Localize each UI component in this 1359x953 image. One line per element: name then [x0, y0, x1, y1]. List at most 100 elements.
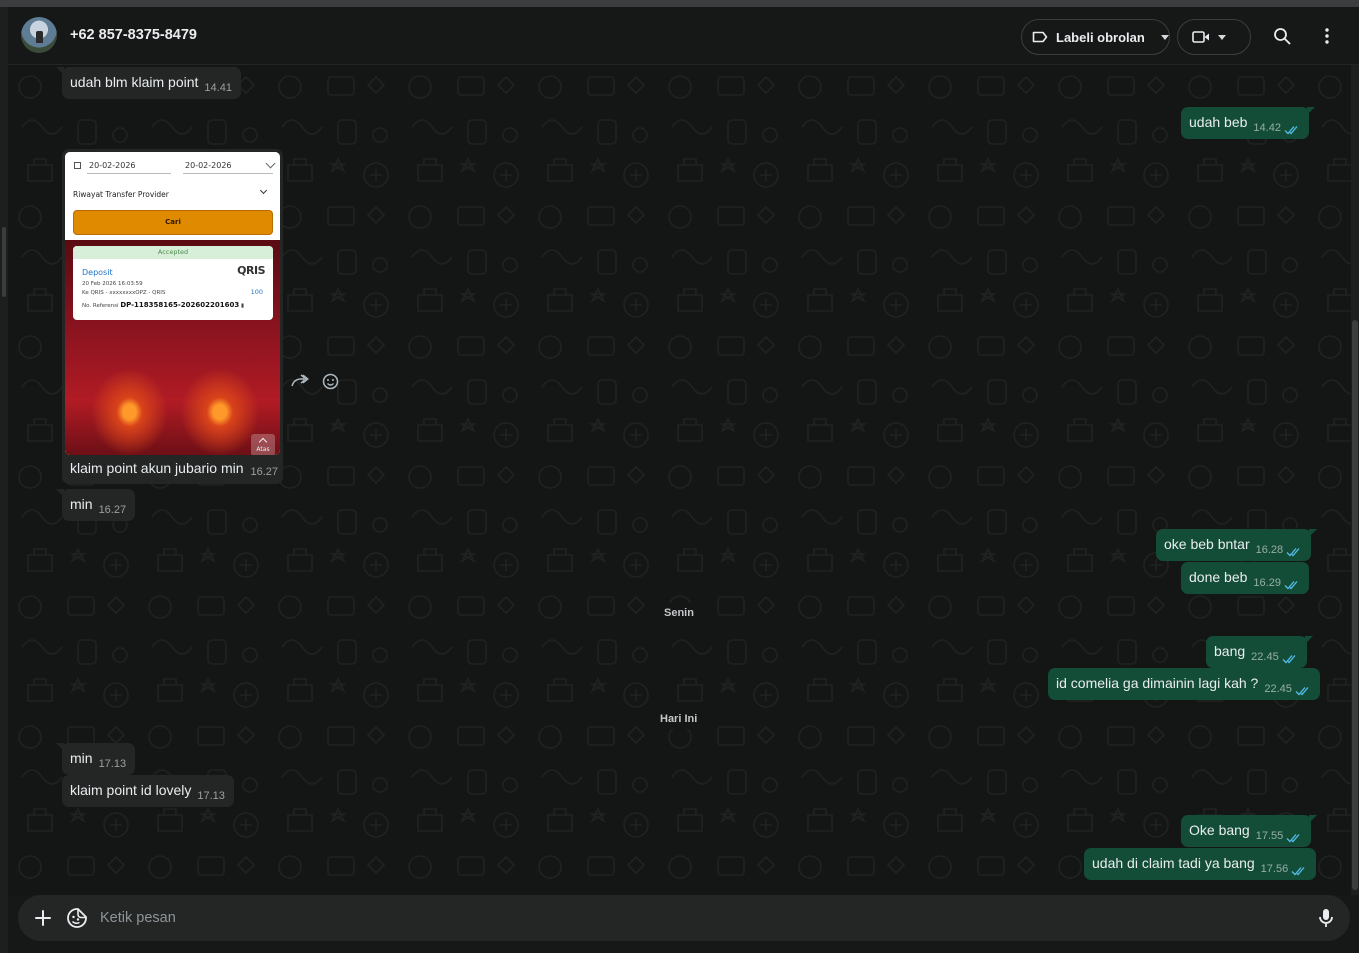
- transaction-destination: Ke QRIS - xxxxxxxxOPZ - QRIS: [82, 290, 166, 296]
- filter-row: Riwayat Transfer Provider: [65, 182, 280, 204]
- message-time: 14.42: [1253, 122, 1281, 134]
- divider: [87, 173, 171, 174]
- outgoing-message[interactable]: bang 22.45: [1206, 636, 1313, 668]
- message-time: 17.13: [98, 758, 127, 770]
- left-panel-edge: [0, 7, 8, 953]
- message-text: udah beb: [1189, 114, 1248, 130]
- message-time: 17.13: [197, 790, 225, 802]
- outgoing-message[interactable]: Oke bang 17.55: [1181, 815, 1318, 847]
- whatsapp-chat-window: +62 857-8375-8479 Labeli obrolan udah bl…: [0, 0, 1359, 953]
- message-time: 14.41: [204, 82, 232, 94]
- divider: [183, 173, 273, 174]
- transaction-datetime: 20 Feb 2026 16:03:59: [82, 281, 143, 287]
- outgoing-message[interactable]: udah beb 14.42: [1181, 107, 1315, 139]
- label-chat-text: Labeli obrolan: [1056, 29, 1145, 45]
- calendar-icon: [74, 162, 81, 169]
- message-time: 22.45: [1251, 651, 1279, 663]
- reference-row: No. Referensi DP-118358165-202602201603 …: [82, 301, 244, 309]
- emoji-icon: [322, 373, 338, 389]
- incoming-message[interactable]: min 17.13: [55, 743, 136, 775]
- outgoing-message[interactable]: udah di claim tadi ya bang 17.56: [1084, 848, 1317, 880]
- outgoing-message[interactable]: done beb 16.29: [1181, 562, 1309, 594]
- message-text: Oke bang: [1189, 822, 1250, 838]
- read-ticks-icon: [1284, 126, 1298, 135]
- scroll-top-button: Atas: [251, 434, 275, 455]
- date-to: 20-02-2026: [185, 161, 232, 170]
- left-scroll-handle[interactable]: [2, 227, 6, 297]
- transaction-type: Deposit: [82, 268, 113, 277]
- outgoing-message[interactable]: id comelia ga dimainin lagi kah ? 22.45: [1048, 668, 1320, 700]
- message-time: 17.56: [1260, 863, 1289, 875]
- composer-bar: [8, 895, 1359, 953]
- video-call-button[interactable]: [1177, 19, 1251, 55]
- transaction-amount: 100: [250, 288, 263, 296]
- forward-icon: [291, 374, 309, 387]
- chevron-down-icon: [259, 186, 268, 195]
- reference-label: No. Referensi: [82, 303, 119, 309]
- read-ticks-icon: [1286, 548, 1300, 557]
- label-chat-button[interactable]: Labeli obrolan: [1021, 19, 1170, 55]
- message-text: id comelia ga dimainin lagi kah ?: [1056, 675, 1259, 691]
- window-top-bar: [0, 0, 1359, 7]
- copy-icon: ▮: [240, 303, 245, 309]
- search-icon: [1274, 28, 1291, 45]
- message-time: 22.45: [1264, 683, 1292, 695]
- read-ticks-icon: [1284, 581, 1298, 590]
- composer: [18, 895, 1350, 941]
- message-text: udah blm klaim point: [70, 74, 199, 90]
- sticker-icon[interactable]: [65, 906, 89, 930]
- message-input[interactable]: [100, 903, 1280, 933]
- message-time: 16.27: [250, 466, 278, 478]
- read-ticks-icon: [1295, 687, 1309, 696]
- react-button[interactable]: [319, 370, 341, 392]
- chat-header: +62 857-8375-8479 Labeli obrolan: [8, 7, 1359, 65]
- message-time: 17.55: [1255, 830, 1284, 842]
- read-ticks-icon: [1291, 867, 1305, 876]
- avatar[interactable]: [21, 17, 57, 53]
- label-icon: [1032, 31, 1048, 43]
- date-separator: Hari Ini: [654, 709, 704, 729]
- transaction-card: Accepted Deposit QRIS 20 Feb 2026 16:03:…: [73, 246, 273, 320]
- chat-scrollbar[interactable]: [1351, 65, 1359, 895]
- search-button-in-image: Cari: [73, 210, 273, 235]
- read-ticks-icon: [1286, 834, 1300, 843]
- date-from: 20-02-2026: [89, 161, 136, 170]
- plus-icon[interactable]: [31, 906, 55, 930]
- qris-logo: QRIS: [237, 264, 265, 277]
- message-text: min: [70, 496, 93, 512]
- message-text: done beb: [1189, 569, 1248, 585]
- chevron-down-icon: [1160, 34, 1169, 40]
- chevron-down-icon: [1218, 34, 1226, 40]
- message-text: bang: [1214, 643, 1246, 659]
- message-time: 16.27: [98, 504, 127, 516]
- video-call-icon: [1192, 31, 1209, 43]
- contact-name[interactable]: +62 857-8375-8479: [70, 27, 197, 43]
- message-time: 16.28: [1255, 544, 1284, 556]
- image-message[interactable]: 20-02-2026 20-02-2026 Riwayat Transfer P…: [62, 149, 283, 484]
- message-time: 16.29: [1253, 577, 1281, 589]
- chevron-down-icon: [265, 158, 276, 169]
- mic-icon[interactable]: [1314, 906, 1338, 930]
- incoming-message[interactable]: min 16.27: [55, 489, 136, 521]
- menu-dots-icon: [1325, 28, 1329, 44]
- image-caption: klaim point akun jubario min: [70, 460, 244, 476]
- filter-label: Riwayat Transfer Provider: [73, 190, 169, 199]
- image-attachment[interactable]: 20-02-2026 20-02-2026 Riwayat Transfer P…: [65, 152, 280, 455]
- reference-number: DP-118358165-202602201603: [120, 301, 240, 309]
- search-button[interactable]: [1268, 22, 1296, 50]
- menu-button[interactable]: [1313, 22, 1341, 50]
- date-separator: Senin: [658, 603, 700, 623]
- message-text: oke beb bntar: [1164, 536, 1250, 552]
- message-text: udah di claim tadi ya bang: [1092, 855, 1255, 871]
- incoming-message[interactable]: klaim point id lovely 17.13: [62, 775, 234, 807]
- read-ticks-icon: [1282, 655, 1296, 664]
- date-range-row: 20-02-2026 20-02-2026: [65, 152, 280, 180]
- message-text: min: [70, 750, 93, 766]
- status-badge: Accepted: [73, 246, 273, 259]
- forward-button[interactable]: [289, 370, 311, 392]
- message-list[interactable]: udah blm klaim point 14.41 udah beb 14.42 …: [8, 65, 1351, 895]
- outgoing-message[interactable]: oke beb bntar 16.28: [1156, 529, 1318, 561]
- scrollbar-thumb[interactable]: [1352, 320, 1358, 890]
- message-text: klaim point id lovely: [70, 782, 192, 798]
- incoming-message[interactable]: udah blm klaim point 14.41: [56, 67, 241, 99]
